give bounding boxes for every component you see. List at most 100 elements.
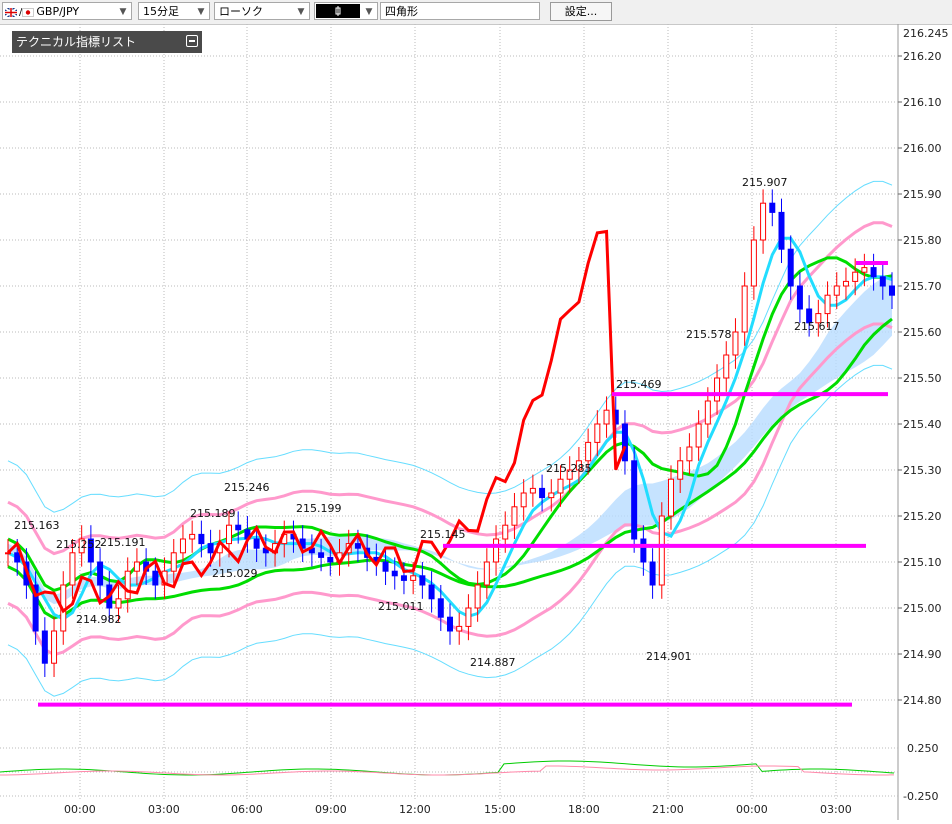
price-annotation: 215.469 [616,378,662,391]
candle-body [465,607,472,627]
x-tick-label: 09:00 [315,803,347,816]
y-tick-label: 215.20 [903,510,942,523]
candle-body [658,515,665,586]
candle-body [502,524,509,540]
y-tick-label: 215.90 [903,188,942,201]
candle-body [695,423,702,448]
timeframe-select[interactable]: 15分足 ▼ [138,2,210,20]
candle-body [548,492,555,499]
candle-body [824,294,831,315]
price-chart[interactable]: 216.20 216.10 216.00 215.90 215.80 215.70 215.… [0,24,952,820]
x-tick-label: 18:00 [568,803,600,816]
candle-body [833,285,840,296]
timeframe-label: 15分足 [143,5,179,18]
candle-body [668,478,674,517]
price-annotation: 215.189 [190,507,236,520]
price-annotation: 215.617 [794,320,840,333]
candle-body [640,538,647,563]
symbol-label: GBP/JPY [36,5,80,18]
chart-style-select[interactable]: ローソク ▼ [214,2,310,20]
candle-body [382,561,389,572]
candle-body [704,400,711,425]
candle-body [649,561,656,586]
y-tick-label: 216.00 [903,142,942,155]
x-tick-label: 00:00 [64,803,96,816]
candle-body [179,538,186,554]
x-tick-label: 00:00 [736,803,768,816]
x-tick-label: 21:00 [652,803,684,816]
candle-body [170,552,177,572]
candle-body [842,280,849,287]
japan-flag-icon [22,7,35,17]
candle-body [557,478,564,494]
candle-body [732,331,739,356]
chevron-down-icon: ▼ [365,7,373,17]
candle-body [391,570,398,577]
uk-flag-icon [5,7,17,17]
candle-body [14,552,21,563]
price-annotation: 214.982 [76,613,122,626]
x-tick-label: 06:00 [231,803,263,816]
indicator-list-panel[interactable]: テクニカル指標リスト [12,31,202,53]
price-annotation: 215.145 [420,528,466,541]
indicator-list-title: テクニカル指標リスト [16,35,137,49]
x-tick-label: 15:00 [484,803,516,816]
candle-body [400,575,407,581]
candle-body [621,423,628,462]
candle-body [152,570,159,586]
candle-body [483,561,490,586]
candle-body [41,630,48,664]
subpanel-tick-label: 0.250 [907,742,939,755]
price-annotation: 215.578 [686,328,732,341]
candle-body [741,285,748,333]
candle-body [474,584,481,609]
y-tick-label: 215.10 [903,556,942,569]
candle-body [97,561,104,586]
minimize-icon[interactable] [186,35,198,47]
x-tick-label: 12:00 [399,803,431,816]
ichimoku-cloud [8,273,892,605]
candle-body [318,552,325,558]
draw-tool-icon-select[interactable]: ▼ [314,2,378,20]
candle-body [778,211,785,250]
candle-body [603,409,610,425]
chart-canvas[interactable]: 216.20 216.10 216.00 215.90 215.80 215.70 215.… [0,24,952,820]
candle-body [456,625,463,632]
price-annotation: 215.163 [14,519,60,532]
candle-body [226,524,232,545]
subpanel-tick-label: -0.250 [903,790,938,803]
candle-body [769,202,776,213]
y-tick-label: 215.00 [903,602,942,615]
candle-body [879,276,886,287]
chevron-down-icon: ▼ [119,7,127,17]
draw-tool-field[interactable]: 四角形 [380,2,540,20]
subpanel-line [0,765,895,776]
price-annotation: 214.887 [470,656,516,669]
chart-style-label: ローソク [219,5,263,18]
x-tick-label: 03:00 [148,803,180,816]
chevron-down-icon: ▼ [197,7,205,17]
candle-body [750,239,757,287]
price-annotation: 214.901 [646,650,692,663]
candle-body [354,543,361,549]
candle-body [115,598,122,609]
y-tick-label: 215.50 [903,372,942,385]
price-annotation: 215.246 [224,481,270,494]
candle-body [419,575,426,586]
settings-button[interactable]: 設定... [550,2,612,21]
candle-body [723,354,730,379]
candle-body [447,616,453,632]
price-annotation: 215.199 [296,502,342,515]
candle-body [539,487,546,499]
price-annotation: 215.252 [56,538,102,551]
candle-body [677,460,684,480]
candle-body [852,271,859,282]
candle-body [437,598,444,618]
y-tick-label: 216.20 [903,50,942,63]
symbol-select[interactable]: / GBP/JPY ▼ [2,2,132,20]
candle-body [189,533,196,540]
candle-body [870,267,877,278]
candle-body [410,575,417,581]
draw-tool-label: 四角形 [385,5,418,18]
candle-body [529,487,536,494]
